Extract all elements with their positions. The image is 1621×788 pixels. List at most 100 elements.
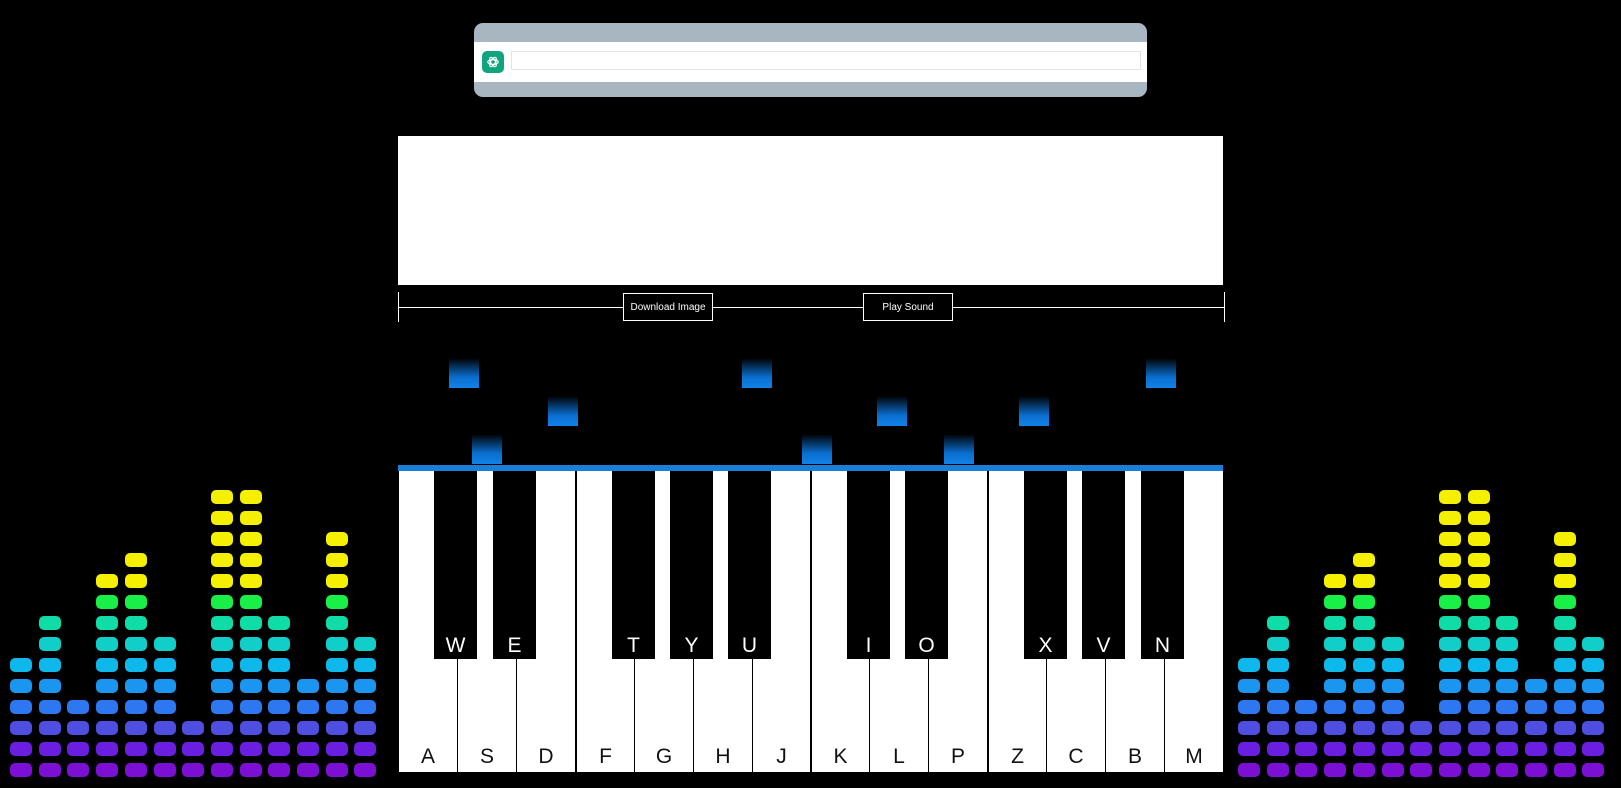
equalizer-cell [211, 679, 233, 693]
equalizer-cell [1554, 742, 1576, 756]
equalizer-cell [1582, 721, 1604, 735]
chat-input[interactable] [511, 51, 1141, 70]
equalizer-cell [1439, 721, 1461, 735]
equalizer-cell [154, 742, 176, 756]
falling-note [449, 358, 479, 388]
equalizer-cell [354, 721, 376, 735]
chatgpt-logo-icon[interactable] [482, 51, 504, 73]
equalizer-cell [125, 574, 147, 588]
key-label: M [1185, 745, 1203, 768]
equalizer-cell [211, 532, 233, 546]
equalizer-cell [1382, 658, 1404, 672]
equalizer-cell [326, 616, 348, 630]
equalizer-cell [1295, 721, 1317, 735]
equalizer-cell [39, 637, 61, 651]
key-label: K [833, 745, 848, 768]
equalizer-cell [39, 700, 61, 714]
equalizer-cell [1410, 721, 1432, 735]
equalizer-cell [1439, 742, 1461, 756]
equalizer-cell [1353, 658, 1375, 672]
equalizer-cell [1382, 700, 1404, 714]
equalizer-cell [10, 763, 32, 777]
equalizer-cell [1267, 763, 1289, 777]
black-key-n[interactable]: N [1141, 471, 1184, 659]
black-key-o[interactable]: O [905, 471, 948, 659]
equalizer-cell [297, 742, 319, 756]
equalizer-cell [39, 658, 61, 672]
equalizer-cell [1324, 616, 1346, 630]
black-key-x[interactable]: X [1024, 471, 1067, 659]
equalizer-cell [326, 742, 348, 756]
equalizer-cell [1468, 595, 1490, 609]
equalizer-cell [1382, 679, 1404, 693]
equalizer-cell [297, 679, 319, 693]
equalizer-cell [1238, 658, 1260, 672]
equalizer-cell [326, 700, 348, 714]
equalizer-cell [1525, 700, 1547, 714]
key-label: S [479, 745, 494, 768]
equalizer-cell [1353, 574, 1375, 588]
equalizer-cell [67, 721, 89, 735]
equalizer-cell [1468, 721, 1490, 735]
equalizer-cell [240, 490, 262, 504]
equalizer-cell [297, 721, 319, 735]
black-key-v[interactable]: V [1082, 471, 1125, 659]
equalizer-cell [354, 637, 376, 651]
black-key-e[interactable]: E [493, 471, 536, 659]
equalizer-cell [240, 742, 262, 756]
key-label: H [715, 745, 731, 768]
play-sound-button[interactable]: Play Sound [863, 293, 953, 321]
equalizer-cell [1382, 742, 1404, 756]
equalizer-cell [1554, 637, 1576, 651]
equalizer-cell [211, 763, 233, 777]
equalizer-cell [1353, 742, 1375, 756]
equalizer-cell [211, 637, 233, 651]
controls-left-tick [398, 292, 399, 322]
key-label: W [445, 634, 466, 657]
equalizer-cell [182, 721, 204, 735]
equalizer-cell [268, 742, 290, 756]
equalizer-cell [125, 595, 147, 609]
equalizer-cell [1324, 595, 1346, 609]
equalizer-cell [326, 721, 348, 735]
equalizer-cell [326, 679, 348, 693]
equalizer-cell [1439, 637, 1461, 651]
falling-note [742, 358, 772, 388]
equalizer-cell [1324, 574, 1346, 588]
equalizer-cell [211, 595, 233, 609]
black-key-w[interactable]: W [434, 471, 477, 659]
black-key-t[interactable]: T [612, 471, 655, 659]
equalizer-cell [1496, 679, 1518, 693]
download-image-button[interactable]: Download Image [623, 293, 713, 321]
equalizer-cell [211, 616, 233, 630]
equalizer-cell [1353, 679, 1375, 693]
equalizer-cell [67, 763, 89, 777]
equalizer-cell [1468, 532, 1490, 546]
black-key-i[interactable]: I [847, 471, 890, 659]
chat-bar [474, 23, 1147, 97]
equalizer-cell [1324, 763, 1346, 777]
key-label: O [918, 634, 935, 657]
equalizer-cell [1410, 742, 1432, 756]
equalizer-cell [240, 616, 262, 630]
equalizer-cell [96, 574, 118, 588]
equalizer-cell [1439, 679, 1461, 693]
falling-note [472, 434, 502, 464]
equalizer-cell [96, 721, 118, 735]
equalizer-cell [1439, 763, 1461, 777]
equalizer-cell [1496, 721, 1518, 735]
key-label: I [865, 634, 872, 657]
equalizer-cell [326, 763, 348, 777]
equalizer-cell [1295, 763, 1317, 777]
key-label: C [1068, 745, 1084, 768]
equalizer-cell [1410, 763, 1432, 777]
equalizer-cell [297, 763, 319, 777]
equalizer-cell [1525, 679, 1547, 693]
image-canvas[interactable] [398, 136, 1223, 285]
equalizer-cell [1439, 511, 1461, 525]
equalizer-cell [67, 742, 89, 756]
black-key-y[interactable]: Y [670, 471, 713, 659]
equalizer-cell [211, 700, 233, 714]
equalizer-cell [1496, 637, 1518, 651]
black-key-u[interactable]: U [728, 471, 771, 659]
